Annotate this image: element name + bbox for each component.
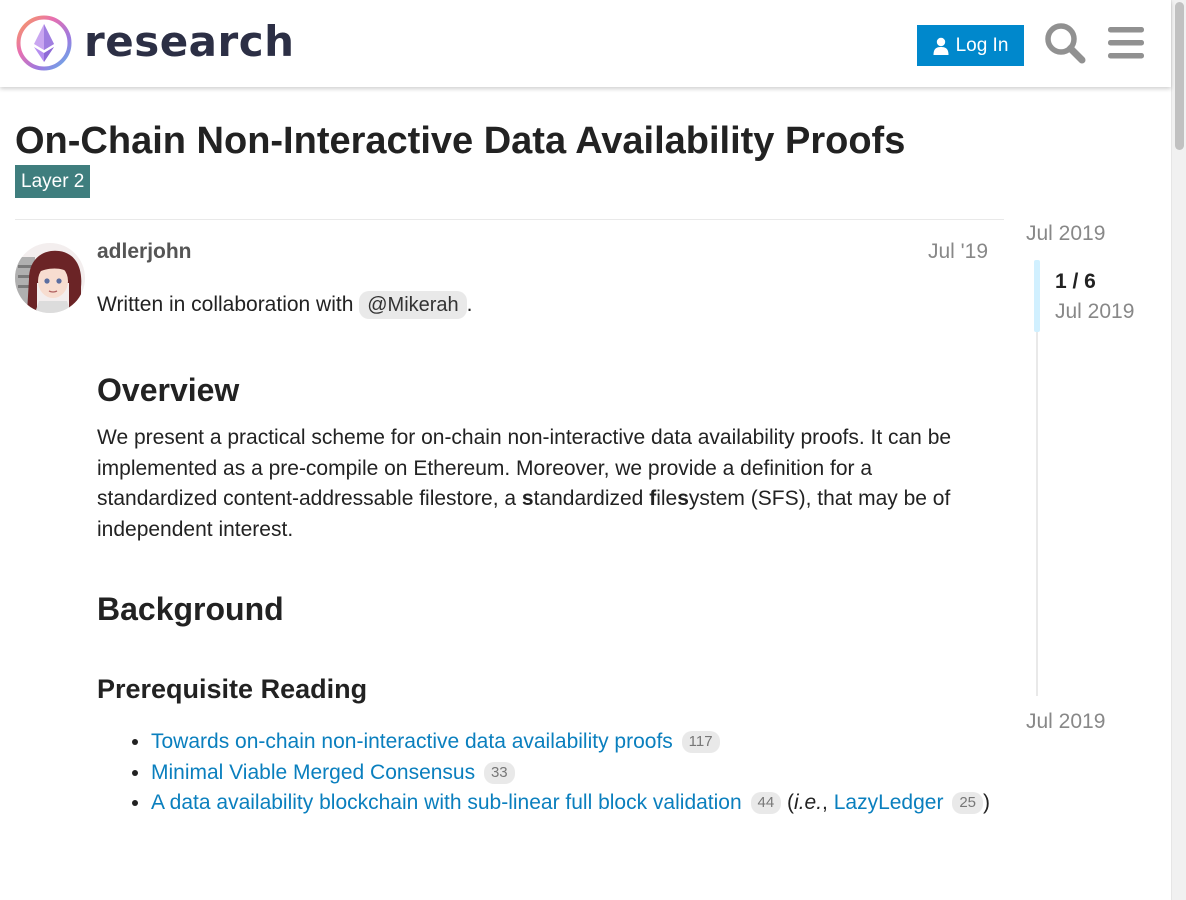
intro-text: Written in collaboration with xyxy=(97,293,360,316)
avatar-image-icon xyxy=(15,243,85,313)
list-item: Minimal Viable Merged Consensus 33 xyxy=(151,758,992,789)
list-item: A data availability blockchain with sub-… xyxy=(151,788,992,819)
login-button[interactable]: Log In xyxy=(917,25,1024,66)
sfs-initial-s2: s xyxy=(677,487,689,510)
hamburger-menu-button[interactable] xyxy=(1104,25,1148,61)
reading-link[interactable]: Minimal Viable Merged Consensus xyxy=(151,761,475,784)
title-divider xyxy=(15,219,1004,220)
link-click-count: 117 xyxy=(681,731,720,753)
comma: , xyxy=(822,791,834,814)
timeline-end-date[interactable]: Jul 2019 xyxy=(1026,709,1105,735)
topic-title[interactable]: On-Chain Non-Interactive Data Availabili… xyxy=(15,118,905,164)
open-paren: ( xyxy=(787,791,795,814)
link-click-count: 25 xyxy=(952,792,983,814)
ie-abbrev: i.e. xyxy=(794,791,823,814)
prerequisite-reading-list: Towards on-chain non-interactive data av… xyxy=(97,727,992,819)
link-click-count: 44 xyxy=(750,792,782,814)
list-item: Towards on-chain non-interactive data av… xyxy=(151,727,992,758)
site-header: research Log In xyxy=(0,0,1171,87)
heading-overview: Overview xyxy=(97,372,240,408)
site-name: research xyxy=(84,17,295,66)
timeline-start-date[interactable]: Jul 2019 xyxy=(1026,221,1105,247)
heading-prerequisite-reading: Prerequisite Reading xyxy=(97,674,368,704)
page-scrollbar[interactable] xyxy=(1171,0,1186,900)
user-mention[interactable]: @Mikerah xyxy=(359,291,467,319)
timeline-position: 1 / 6 xyxy=(1055,270,1096,293)
user-icon xyxy=(933,37,949,55)
heading-background: Background xyxy=(97,591,284,627)
hamburger-menu-icon xyxy=(1108,27,1144,59)
sfs-text-2: ile xyxy=(656,487,678,510)
timeline-handle[interactable] xyxy=(1034,260,1040,332)
search-button[interactable] xyxy=(1043,21,1087,65)
sfs-initial-s: s xyxy=(521,487,534,510)
link-click-count: 33 xyxy=(483,761,515,784)
ethereum-research-logo-icon xyxy=(16,15,72,71)
close-paren: ) xyxy=(983,791,990,814)
reading-link[interactable]: Towards on-chain non-interactive data av… xyxy=(151,730,673,753)
intro-suffix: . xyxy=(466,293,473,316)
lazyledger-link[interactable]: LazyLedger xyxy=(834,791,944,814)
category-badge[interactable]: Layer 2 xyxy=(15,165,91,198)
post-author[interactable]: adlerjohn xyxy=(97,239,192,265)
login-label: Log In xyxy=(955,34,1009,56)
search-icon xyxy=(1045,23,1086,64)
avatar[interactable] xyxy=(15,243,85,313)
overview-paragraph: We present a practical scheme for on-cha… xyxy=(97,423,992,545)
timeline-position-date: Jul 2019 xyxy=(1055,300,1135,323)
sfs-text-1: tandardized xyxy=(533,487,650,510)
reading-link[interactable]: A data availability blockchain with sub-… xyxy=(151,791,742,814)
post-date[interactable]: Jul '19 xyxy=(900,239,988,265)
site-logo[interactable]: research xyxy=(15,14,295,72)
scrollbar-thumb[interactable] xyxy=(1175,2,1184,150)
post-intro: Written in collaboration with @Mikerah. xyxy=(97,290,992,321)
